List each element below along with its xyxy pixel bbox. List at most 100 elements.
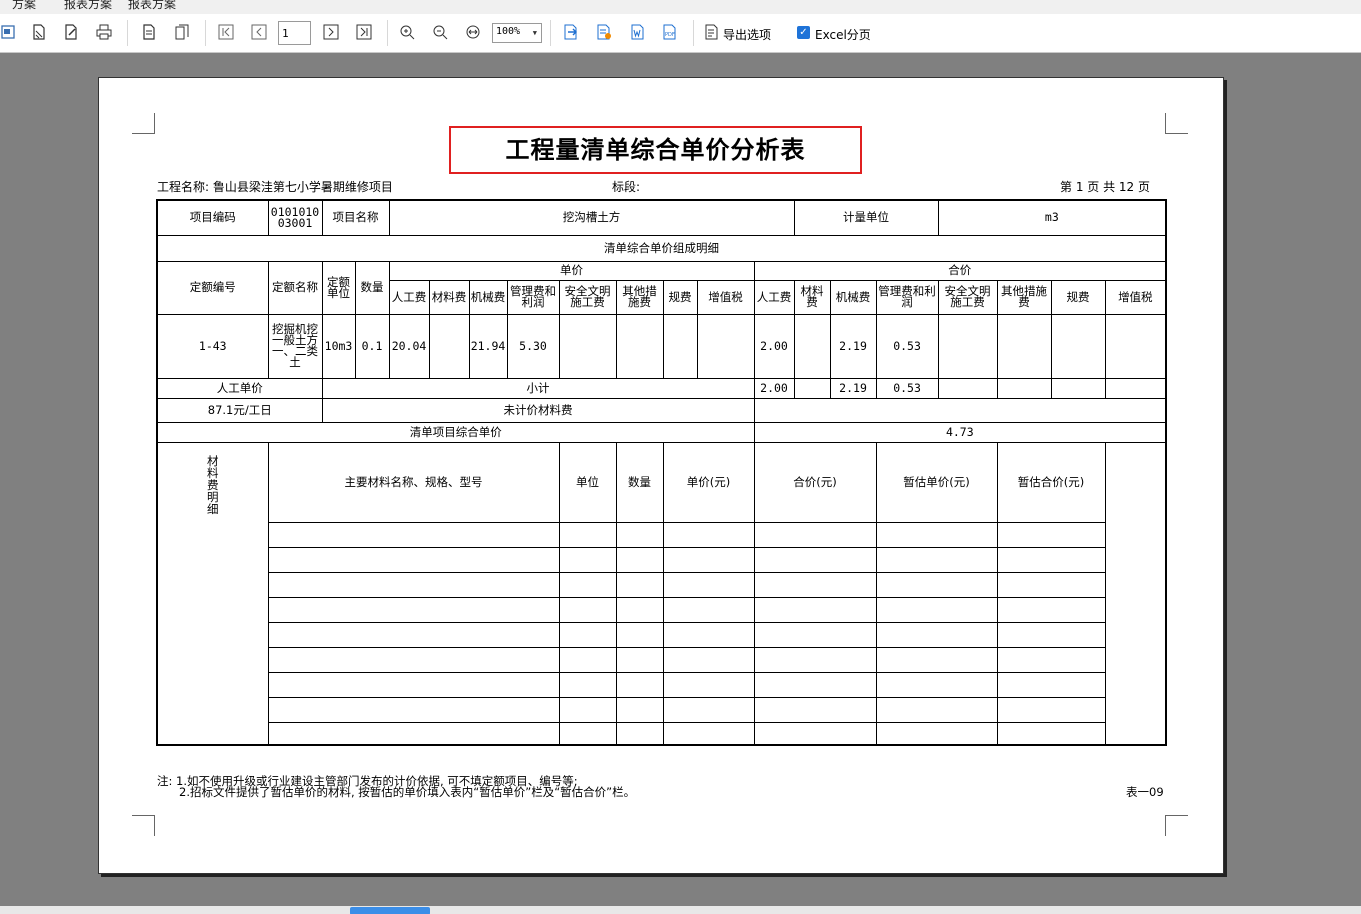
- export-icon[interactable]: [562, 23, 580, 41]
- export-pdf-icon[interactable]: PDF: [661, 23, 679, 41]
- export-excel-icon[interactable]: [595, 23, 613, 41]
- col-u-labor: 人工费: [388, 279, 430, 315]
- subtotal-safety: [937, 377, 998, 399]
- subtotal-fees: [1050, 377, 1106, 399]
- material-total-col: 合价(元): [753, 441, 877, 523]
- table-number: 表一09: [1126, 785, 1164, 799]
- report-title: 工程量清单综合单价分析表: [449, 126, 862, 174]
- col-u-vat: 增值税: [696, 279, 755, 315]
- cell-u-other: [615, 313, 664, 379]
- table-row: 1-43 挖掘机挖一般土方一、二类土 10m3 0.1 20.04 21.94 …: [156, 313, 1167, 379]
- col-quota-unit: 定额单位: [321, 260, 356, 315]
- toolbar-separator: [205, 20, 206, 46]
- col-u-mgmt: 管理费和利润: [506, 279, 560, 315]
- report-page: 工程量清单综合单价分析表 工程名称: 鲁山县梁洼第七小学暑期维修项目 标段: 第…: [98, 77, 1224, 874]
- col-u-machine: 机械费: [468, 279, 508, 315]
- cell-t-labor: 2.00: [753, 313, 795, 379]
- material-unit-price-col: 单价(元): [662, 441, 755, 523]
- cell-quota-no: 1-43: [156, 313, 269, 379]
- cell-u-vat: [696, 313, 755, 379]
- menu-bar: 方案 报表方案 报表方案: [0, 0, 1361, 14]
- section-label: 标段:: [612, 180, 641, 194]
- table-row: [157, 621, 1166, 648]
- last-page-icon[interactable]: [355, 23, 373, 41]
- cell-u-labor: 20.04: [388, 313, 430, 379]
- excel-paging-label: Excel分页: [815, 28, 871, 42]
- cell-t-safety: [937, 313, 998, 379]
- col-t-mgmt: 管理费和利润: [875, 279, 939, 315]
- composite-price-value: 4.73: [753, 421, 1167, 443]
- labor-unit-price-value: 87.1元/工日: [156, 397, 323, 423]
- print-icon[interactable]: [95, 23, 113, 41]
- col-unit-price-group: 单价: [388, 260, 755, 281]
- toolbar-separator: [693, 20, 694, 46]
- excel-paging-checkbox[interactable]: ✓: [797, 26, 810, 39]
- multi-page-icon[interactable]: [173, 23, 191, 41]
- subtotal-vat: [1104, 377, 1167, 399]
- edit-icon[interactable]: [62, 23, 80, 41]
- col-t-vat: 增值税: [1104, 279, 1167, 315]
- project-name: 工程名称: 鲁山县梁洼第七小学暑期维修项目: [157, 180, 393, 194]
- table-row: 清单综合单价组成明细: [156, 234, 1167, 262]
- table-row: 清单项目综合单价 4.73: [156, 421, 1167, 443]
- menu-item-report-scheme-2[interactable]: 报表方案: [128, 0, 176, 12]
- unit-label: 计量单位: [793, 199, 939, 236]
- table-row: 定额编号 定额名称 定额单位 数量 单价 合价: [156, 260, 1167, 315]
- cell-u-machine: 21.94: [468, 313, 508, 379]
- item-code-value: 010101003001: [267, 199, 323, 236]
- cell-u-material: [428, 313, 470, 379]
- cell-quantity: 0.1: [354, 313, 390, 379]
- col-quota-name: 定额名称: [267, 260, 323, 315]
- unit-value: m3: [937, 199, 1167, 236]
- composite-price-label: 清单项目综合单价: [156, 421, 755, 443]
- cell-u-mgmt: 5.30: [506, 313, 560, 379]
- zoom-in-icon[interactable]: [398, 23, 416, 41]
- cell-t-vat: [1104, 313, 1167, 379]
- col-t-labor: 人工费: [753, 279, 795, 315]
- material-name-col: 主要材料名称、规格、型号: [267, 441, 560, 523]
- zoom-select[interactable]: 100% ▼: [492, 23, 542, 43]
- crop-mark: [132, 815, 155, 836]
- table-row: [157, 721, 1166, 746]
- cell-t-mgmt: 0.53: [875, 313, 939, 379]
- material-est-total-col: 暂估合价(元): [996, 441, 1106, 523]
- zoom-out-icon[interactable]: [431, 23, 449, 41]
- next-page-icon[interactable]: [322, 23, 340, 41]
- col-u-other: 其他措施费: [615, 279, 664, 315]
- col-total-price-group: 合价: [753, 260, 1167, 281]
- toolbar: 100% ▼ PDF 导出选项 ✓ Excel分页: [0, 14, 1361, 53]
- table-row: [157, 646, 1166, 673]
- page-number-input[interactable]: [278, 21, 311, 45]
- material-detail-side-label: 材料费明细: [156, 441, 269, 746]
- export-options-icon[interactable]: [703, 23, 721, 41]
- table-row: [157, 671, 1166, 698]
- active-tab-indicator[interactable]: [350, 907, 430, 914]
- table-row: [157, 596, 1166, 623]
- labor-unit-price-label: 人工单价: [156, 377, 323, 399]
- single-page-icon[interactable]: [140, 23, 158, 41]
- prev-page-icon[interactable]: [250, 23, 268, 41]
- export-options-button[interactable]: 导出选项: [723, 26, 771, 43]
- unpriced-material-label: 未计价材料费: [321, 397, 755, 423]
- table-row: [157, 521, 1166, 548]
- svg-text:PDF: PDF: [665, 32, 675, 38]
- cell-quota-unit: 10m3: [321, 313, 356, 379]
- fit-width-icon[interactable]: [464, 23, 482, 41]
- open-icon[interactable]: [0, 23, 18, 41]
- menu-item-scheme[interactable]: 方案: [12, 0, 36, 12]
- table-row: [157, 696, 1166, 723]
- subtotal-label: 小计: [321, 377, 755, 399]
- first-page-icon[interactable]: [217, 23, 235, 41]
- subtotal-material: [793, 377, 831, 399]
- cell-u-fees: [662, 313, 698, 379]
- page-info: 第 1 页 共 12 页: [1060, 180, 1150, 194]
- cell-t-material: [793, 313, 831, 379]
- export-word-icon[interactable]: [628, 23, 646, 41]
- item-code-label: 项目编码: [156, 199, 269, 236]
- col-t-other: 其他措施费: [996, 279, 1052, 315]
- col-t-machine: 机械费: [829, 279, 877, 315]
- cell-t-fees: [1050, 313, 1106, 379]
- menu-item-report-scheme-1[interactable]: 报表方案: [64, 0, 112, 12]
- col-quota-no: 定额编号: [156, 260, 269, 315]
- page-setup-icon[interactable]: [30, 23, 48, 41]
